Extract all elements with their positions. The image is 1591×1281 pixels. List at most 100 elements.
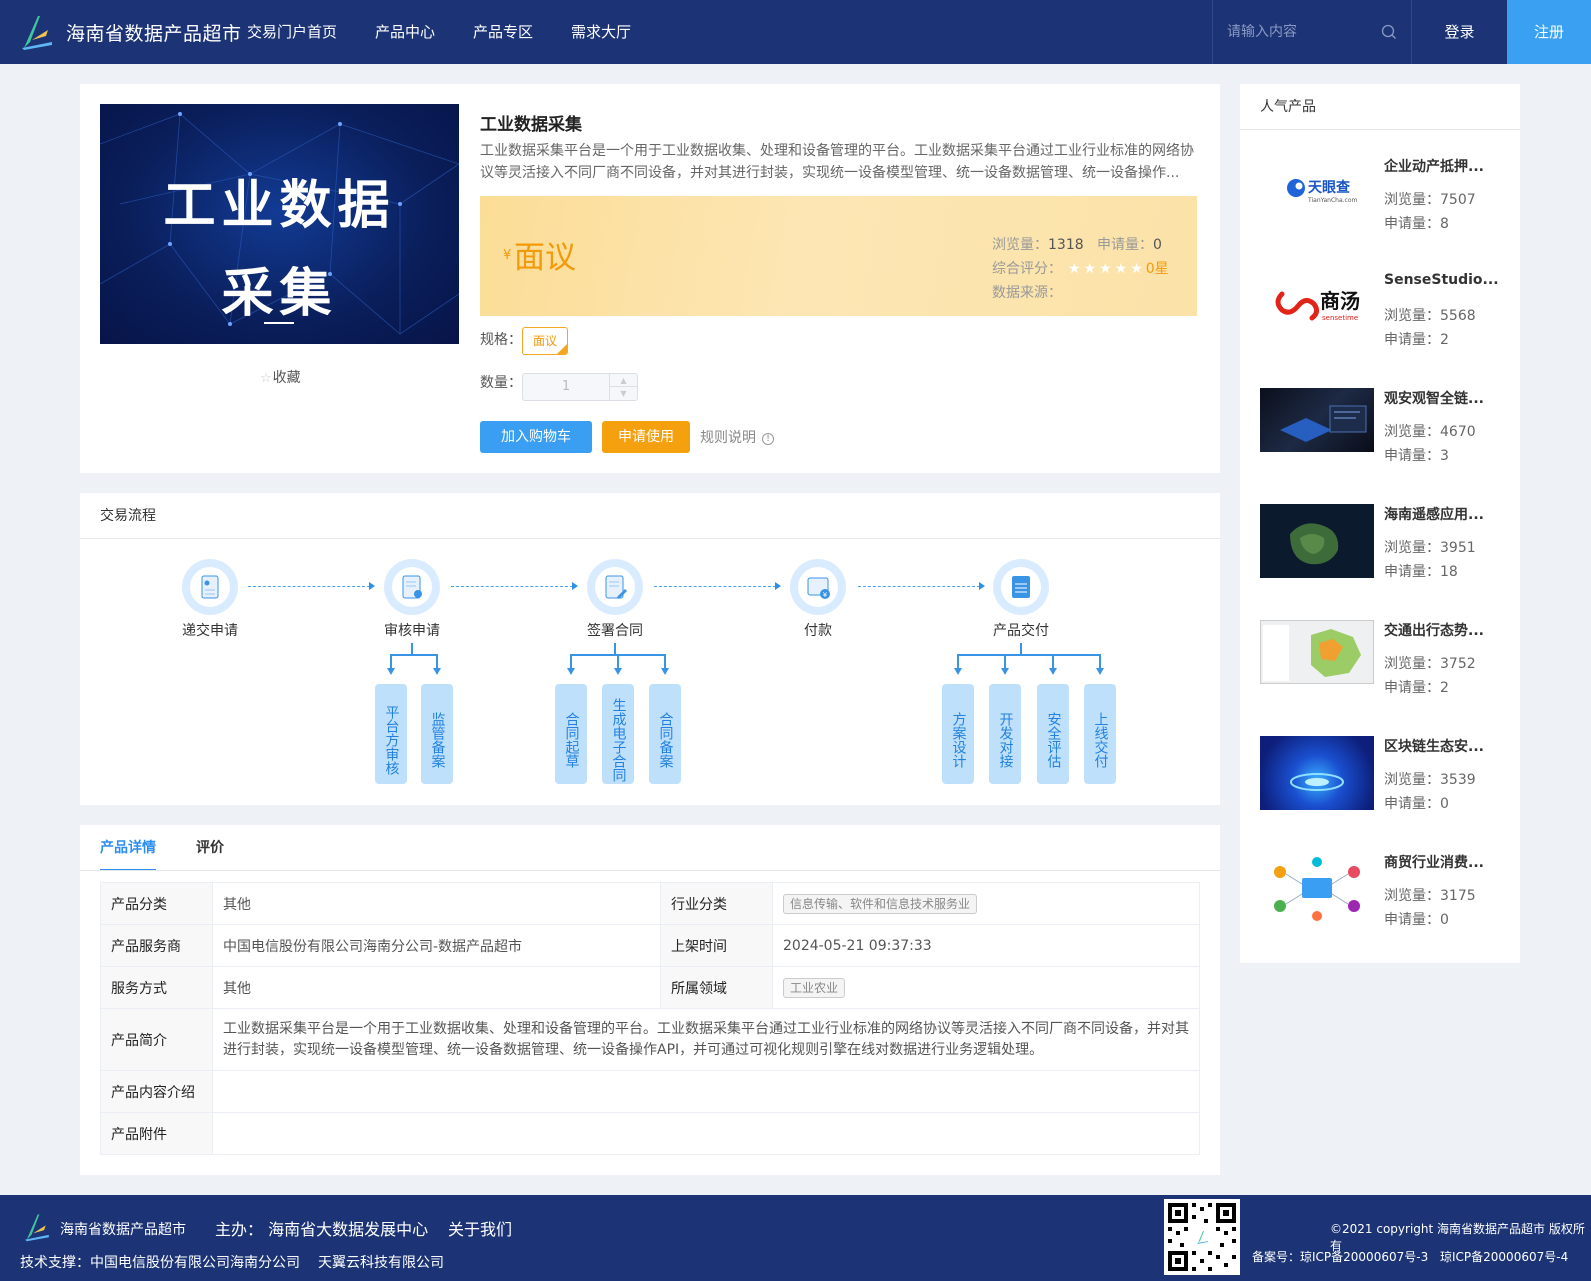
apply-use-button[interactable]: 申请使用 [602,421,690,453]
apply-count: 申请量：18 [1384,564,1458,580]
price-value: 面议 [514,240,576,276]
list-item[interactable]: 区块链生态安... 浏览量：3539 申请量：0 [1260,736,1505,832]
favorite-label: 收藏 [272,370,301,386]
icp-record-link[interactable]: 备案号：琼ICP备20000607号-3 [1252,1248,1428,1265]
currency-symbol: ¥ [503,248,512,263]
product-name[interactable]: 观安观智全链... [1384,388,1502,408]
product-name[interactable]: 交通出行态势... [1384,620,1502,640]
branch-line [957,654,959,668]
arrow-down-icon [567,668,575,675]
product-thumbnail[interactable]: 商汤 sensetime [1260,272,1374,336]
list-item[interactable]: 商贸行业消费... 浏览量：3175 申请量：0 [1260,852,1505,948]
footer-site-name: 海南省数据产品超市 [60,1222,186,1238]
branch-line [570,654,572,668]
favorite-button[interactable]: ☆收藏 [260,367,301,387]
nav-product-zone[interactable]: 产品专区 [473,0,533,64]
flow-arrow [451,586,573,587]
arrow-down-icon [387,668,395,675]
views-count: 浏览量：5568 [1384,308,1476,324]
site-logo-icon[interactable] [18,12,56,52]
rating-value: 0星 [1145,261,1169,277]
cover-title-line1: 工业数据 [163,176,396,236]
satellite-map-image [1290,523,1339,565]
product-thumbnail[interactable] [1260,736,1374,810]
tab-review[interactable]: 评价 [196,825,224,871]
flow-arrow [654,586,776,587]
product-name[interactable]: 海南遥感应用... [1384,504,1502,524]
icp-record-link-2[interactable]: 琼ICP备20000607号-4 [1440,1248,1568,1265]
sign-contract-step-icon [587,559,643,615]
views-count: 浏览量：3539 [1384,772,1476,788]
star-icon: ☆ [260,371,272,386]
list-item[interactable]: 天眼查 TianYanCha.com 企业动产抵押... 浏览量：7507 申请量… [1260,156,1505,252]
search-input[interactable] [1227,20,1377,44]
listed-time-value: 2024-05-21 09:37:33 [772,924,1200,967]
nav-product-center[interactable]: 产品中心 [375,0,435,64]
spec-option[interactable]: 面议 [522,327,568,355]
provider-value: 中国电信股份有限公司海南分公司-数据产品超市 [212,924,661,967]
svg-text:¥: ¥ [823,591,828,599]
step-delivery-label: 产品交付 [993,623,1049,639]
arrow-down-icon [661,668,669,675]
table-row: 产品附件 [100,1112,1200,1155]
add-to-cart-button[interactable]: 加入购物车 [480,421,592,453]
views-count: 浏览量：3951 [1384,540,1476,556]
list-item[interactable]: 观安观智全链... 浏览量：4670 申请量：3 [1260,388,1505,484]
product-thumbnail[interactable] [1260,504,1374,578]
product-name[interactable]: 区块链生态安... [1384,736,1502,756]
arrow-head-icon [572,582,578,590]
popular-title: 人气产品 [1260,99,1316,115]
list-item[interactable]: 商汤 sensetime SenseStudio... 浏览量：5568 申请量：… [1260,272,1505,368]
rules-link[interactable]: 规则说明! [700,427,774,447]
list-item[interactable]: 交通出行态势... 浏览量：3752 申请量：2 [1260,620,1505,716]
detail-table: 产品分类 其他 行业分类 信息传输、软件和信息技术服务业 产品服务商 中国电信股… [100,882,1200,1155]
nav-demand-hall[interactable]: 需求大厅 [571,0,631,64]
main-nav: 交易门户首页 产品中心 产品专区 需求大厅 [247,0,669,64]
tab-product-detail[interactable]: 产品详情 [100,825,156,871]
branch-line [390,654,392,668]
product-name[interactable]: SenseStudio... [1384,272,1502,288]
quantity-value[interactable]: 1 [523,374,609,400]
login-button[interactable]: 登录 [1412,0,1507,64]
list-item[interactable]: 海南遥感应用... 浏览量：3951 申请量：18 [1260,504,1505,600]
sub-step-platform-review: 平台方审核 [375,684,407,784]
sub-step-e-contract: 生成电子合同 [602,684,634,784]
industry-tag: 信息传输、软件和信息技术服务业 [783,893,978,914]
tianyancha-wordmark: 天眼查 [1308,179,1351,196]
product-thumbnail[interactable] [1260,852,1374,926]
product-name[interactable]: 商贸行业消费... [1384,852,1502,872]
intro-value: 工业数据采集平台是一个用于工业数据收集、处理和设备管理的平台。工业数据采集平台通… [212,1008,1200,1071]
sub-step-go-live: 上线交付 [1084,684,1116,784]
category-label: 产品分类 [100,882,213,925]
product-cover-image: 工业数据 采集 [100,104,459,344]
submit-application-step-icon [182,559,238,615]
rules-label: 规则说明 [700,430,756,446]
flow-title: 交易流程 [100,508,156,524]
industry-cell: 信息传输、软件和信息技术服务业 [772,882,1200,925]
register-button[interactable]: 注册 [1507,0,1591,64]
apply-count: 申请量：0 [1384,912,1449,928]
arrow-head-icon [369,582,375,590]
site-title[interactable]: 海南省数据产品超市 [66,19,242,46]
step-submit-label: 递交申请 [182,623,238,639]
product-thumbnail[interactable]: 天眼查 TianYanCha.com [1260,156,1374,220]
increase-icon[interactable]: ▲ [609,374,637,387]
popular-products-sidebar: 人气产品 天眼查 TianYanCha.com 企业动产抵押... 浏览量：750… [1240,84,1520,963]
product-thumbnail[interactable] [1260,388,1374,452]
content-intro-value [212,1070,1200,1113]
branch-line [436,654,438,668]
about-us-link[interactable]: 关于我们 [448,1216,512,1240]
product-name[interactable]: 企业动产抵押... [1384,156,1502,176]
step-contract-label: 签署合同 [587,623,643,639]
divider [1240,129,1520,130]
search-icon[interactable] [1381,24,1397,40]
nav-portal-home[interactable]: 交易门户首页 [247,0,337,64]
table-row: 产品分类 其他 行业分类 信息传输、软件和信息技术服务业 [100,882,1200,925]
service-mode-label: 服务方式 [100,966,213,1009]
flow-arrow [248,586,370,587]
product-thumbnail[interactable] [1260,620,1374,684]
quantity-stepper[interactable]: 1 ▲ ▼ [522,373,638,401]
traffic-map-image [1263,625,1361,681]
carousel-indicator[interactable] [264,322,294,324]
decrease-icon[interactable]: ▼ [609,387,637,400]
